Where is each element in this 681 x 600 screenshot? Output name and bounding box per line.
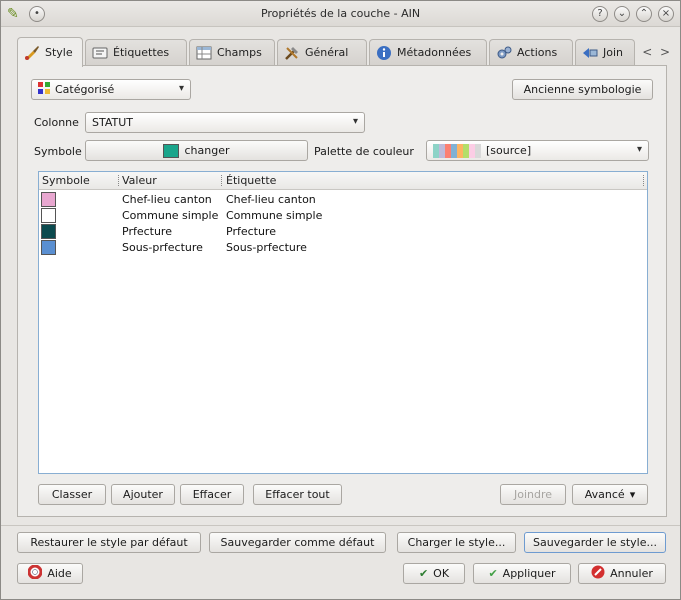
apply-button[interactable]: ✔ Appliquer	[473, 563, 571, 584]
table-icon	[196, 45, 212, 61]
category-symbol-swatch[interactable]	[41, 208, 56, 223]
info-icon	[376, 45, 392, 61]
old-symbology-button[interactable]: Ancienne symbologie	[512, 79, 653, 100]
categories-table[interactable]: Symbole Valeur Étiquette Chef-lieu canto…	[38, 171, 648, 474]
layer-properties-dialog: ✎ • Propriétés de la couche - AIN ? ⌄ ⌃ …	[0, 0, 681, 600]
tools-icon	[284, 45, 300, 61]
tab-scroll-left-icon[interactable]: <	[642, 45, 652, 59]
separator	[1, 525, 680, 526]
tab-labels[interactable]: Étiquettes	[85, 39, 187, 65]
column-select[interactable]: STATUT ▾	[85, 112, 365, 133]
load-style-button[interactable]: Charger le style...	[397, 532, 516, 553]
tab-style[interactable]: Style	[17, 37, 83, 67]
check-icon: ✔	[418, 567, 429, 580]
color-palette-select[interactable]: [source] ▾	[426, 140, 649, 161]
tab-scroll-right-icon[interactable]: >	[660, 45, 670, 59]
close-button[interactable]: ×	[658, 6, 674, 22]
save-as-default-button[interactable]: Sauvegarder comme défaut	[209, 532, 386, 553]
table-row[interactable]: Sous-prfecture Sous-prfecture	[39, 240, 647, 256]
brush-icon	[24, 45, 40, 61]
classify-button[interactable]: Classer	[38, 484, 106, 505]
table-row[interactable]: Prfecture Prfecture	[39, 224, 647, 240]
category-label[interactable]: Sous-prfecture	[226, 241, 307, 254]
label-icon	[92, 45, 108, 61]
tab-scroll-arrows: < >	[642, 45, 670, 59]
header-symbol[interactable]: Symbole	[42, 174, 90, 187]
restore-default-style-button[interactable]: Restaurer le style par défaut	[17, 532, 201, 553]
symbol-preview	[163, 143, 180, 158]
help-button[interactable]: Aide	[17, 563, 83, 584]
table-header: Symbole Valeur Étiquette	[39, 172, 647, 190]
chevron-down-icon: ▾	[178, 83, 184, 94]
table-row[interactable]: Chef-lieu canton Chef-lieu canton	[39, 192, 647, 208]
chevron-down-icon: ▾	[636, 144, 642, 155]
join-button[interactable]: Joindre	[500, 484, 566, 505]
style-tab-panel: Catégorisé ▾ Ancienne symbologie Colonne…	[17, 65, 667, 517]
palette-label: Palette de couleur	[314, 145, 414, 158]
ok-button[interactable]: ✔ OK	[403, 563, 465, 584]
column-label: Colonne	[34, 116, 79, 129]
tab-metadata[interactable]: Métadonnées	[369, 39, 487, 65]
title-bar: ✎ • Propriétés de la couche - AIN ? ⌄ ⌃ …	[1, 1, 680, 27]
window-title: Propriétés de la couche - AIN	[260, 7, 421, 20]
chevron-down-icon: ▾	[629, 488, 636, 501]
tab-actions[interactable]: Actions	[489, 39, 573, 65]
cancel-icon	[591, 565, 605, 582]
gears-icon	[496, 45, 512, 61]
add-button[interactable]: Ajouter	[111, 484, 175, 505]
maximize-button[interactable]: ⌃	[636, 6, 652, 22]
help-lifebuoy-icon	[27, 564, 43, 582]
category-symbol-swatch[interactable]	[41, 192, 56, 207]
delete-all-button[interactable]: Effacer tout	[253, 484, 342, 505]
check-icon: ✔	[488, 567, 498, 580]
symbol-change-button[interactable]: changer	[85, 140, 308, 161]
cancel-button[interactable]: Annuler	[578, 563, 666, 584]
tab-bar: Style Étiquettes Champs Général Métadonn…	[15, 37, 670, 67]
advanced-button[interactable]: Avancé ▾	[572, 484, 648, 505]
header-value[interactable]: Valeur	[122, 174, 157, 187]
category-value: Prfecture	[122, 225, 172, 238]
category-symbol-swatch[interactable]	[41, 224, 56, 239]
category-value: Sous-prfecture	[122, 241, 203, 254]
category-value: Commune simple	[122, 209, 219, 222]
save-style-button[interactable]: Sauvegarder le style...	[524, 532, 666, 553]
delete-button[interactable]: Effacer	[180, 484, 244, 505]
renderer-select[interactable]: Catégorisé ▾	[31, 79, 191, 100]
join-icon	[582, 45, 598, 61]
category-label[interactable]: Chef-lieu canton	[226, 193, 316, 206]
symbol-label: Symbole	[34, 145, 82, 158]
category-symbol-swatch[interactable]	[41, 240, 56, 255]
category-label[interactable]: Commune simple	[226, 209, 322, 222]
tab-fields[interactable]: Champs	[189, 39, 275, 65]
tab-general[interactable]: Général	[277, 39, 367, 65]
category-label[interactable]: Prfecture	[226, 225, 276, 238]
help-title-button[interactable]: ?	[592, 6, 608, 22]
categorized-icon	[38, 82, 50, 97]
palette-preview	[433, 143, 481, 158]
tab-joins[interactable]: Join	[575, 39, 635, 65]
category-value: Chef-lieu canton	[122, 193, 212, 206]
minimize-button[interactable]: ⌄	[614, 6, 630, 22]
header-label[interactable]: Étiquette	[226, 174, 276, 187]
table-row[interactable]: Commune simple Commune simple	[39, 208, 647, 224]
chevron-down-icon: ▾	[352, 116, 358, 127]
